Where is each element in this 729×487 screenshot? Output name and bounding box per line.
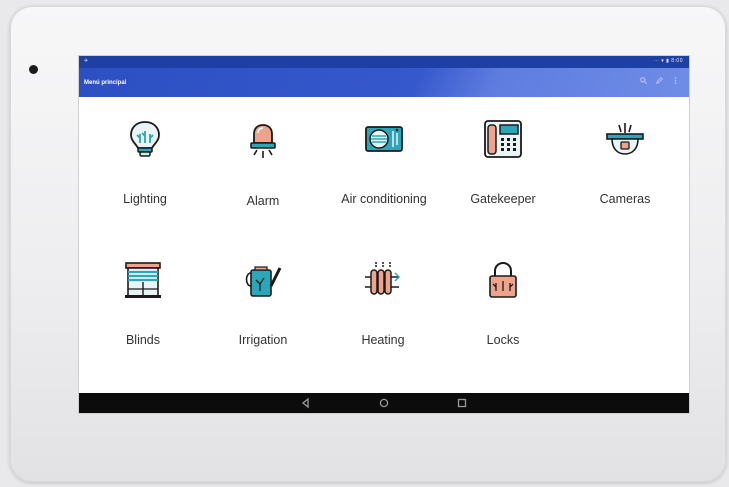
search-icon[interactable] xyxy=(640,77,647,84)
radiator-icon xyxy=(365,262,401,295)
tile-alarm[interactable]: Alarm xyxy=(203,99,323,209)
recents-icon[interactable] xyxy=(456,397,468,409)
more-options-icon[interactable] xyxy=(672,77,679,84)
tile-label: Alarm xyxy=(246,194,280,208)
tile-heating[interactable]: Heating xyxy=(323,238,443,348)
tile-label: Cameras xyxy=(599,192,651,206)
dome-camera-icon xyxy=(606,123,644,155)
status-bar: ✈ ⋯ ▾ ▮ 8:00 xyxy=(79,56,689,68)
tile-blinds[interactable]: Blinds xyxy=(83,238,203,348)
tile-label: Irrigation xyxy=(238,333,288,347)
navigation-bar xyxy=(79,393,689,413)
screen: ✈ ⋯ ▾ ▮ 8:00 Menú principal Lighting Ala… xyxy=(79,56,689,413)
tablet-device: ✈ ⋯ ▾ ▮ 8:00 Menú principal Lighting Ala… xyxy=(10,6,726,482)
tile-lighting[interactable]: Lighting xyxy=(85,97,205,207)
tile-label: Gatekeeper xyxy=(470,192,536,206)
tile-cameras[interactable]: Cameras xyxy=(565,97,685,207)
menu-grid: Lighting Alarm Air conditioning Gatekeep… xyxy=(79,97,689,387)
siren-icon xyxy=(250,124,276,158)
tile-irrigation[interactable]: Irrigation xyxy=(203,238,323,348)
tile-label: Heating xyxy=(361,333,405,347)
tile-air-conditioning[interactable]: Air conditioning xyxy=(324,97,444,207)
tile-gatekeeper[interactable]: Gatekeeper xyxy=(443,97,563,207)
front-camera xyxy=(29,65,38,74)
page-title: Menú principal xyxy=(84,80,127,86)
home-icon[interactable] xyxy=(378,397,390,409)
status-icons: ⋯ ▾ ▮ 8:00 xyxy=(653,58,683,64)
window-blinds-icon xyxy=(125,262,161,298)
intercom-phone-icon xyxy=(484,120,522,158)
air-conditioner-icon xyxy=(365,126,403,152)
back-icon[interactable] xyxy=(300,397,312,409)
tile-label: Lighting xyxy=(123,192,167,206)
app-bar: Menú principal xyxy=(79,68,689,97)
edit-icon[interactable] xyxy=(656,77,663,84)
lightbulb-icon xyxy=(130,121,160,157)
watering-can-icon xyxy=(245,266,282,297)
tile-label: Locks xyxy=(486,333,520,347)
tile-label: Blinds xyxy=(125,333,161,347)
tile-label: Air conditioning xyxy=(341,192,427,206)
padlock-icon xyxy=(489,261,517,298)
tile-locks[interactable]: Locks xyxy=(443,238,563,348)
status-left: ✈ xyxy=(84,58,89,64)
app-bar-actions xyxy=(640,77,679,84)
